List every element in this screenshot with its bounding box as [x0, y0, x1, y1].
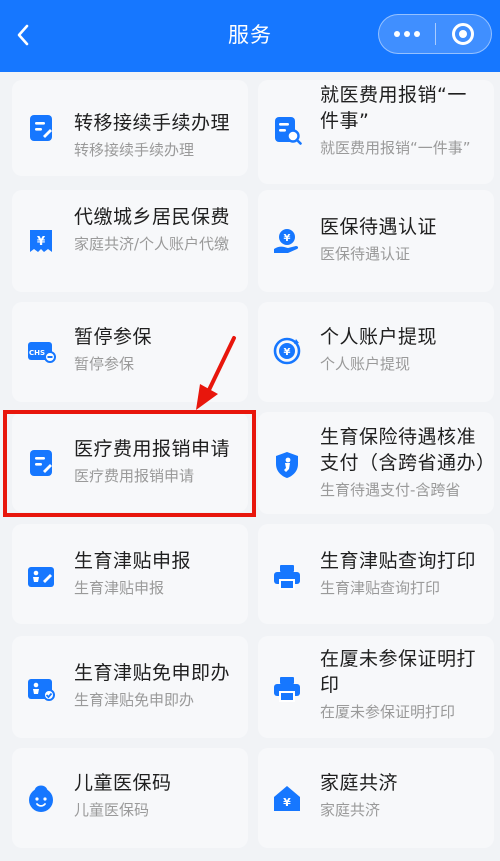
document-edit-icon — [30, 450, 52, 476]
hand-coin-icon: ¥ — [274, 229, 299, 253]
shield-baby-icon — [276, 452, 298, 478]
service-subtitle: 个人账户提现 — [320, 355, 411, 373]
baby-card-check-icon — [28, 679, 55, 701]
service-card-transfer[interactable]: 转移接续手续办理 转移接续手续办理 — [12, 80, 248, 176]
service-card-benefit-auth[interactable]: ¥ 医保待遇认证 医保待遇认证 — [258, 190, 494, 292]
service-title: 生育保险待遇核准支付（含跨省通办） — [320, 426, 496, 474]
service-card-family-mutual-aid[interactable]: ¥ 家庭共济 家庭共济 — [258, 748, 494, 848]
service-subtitle: 生育待遇支付-含跨省 — [320, 481, 461, 499]
service-card-medical-reimbursement[interactable]: 医疗费用报销申请 医疗费用报销申请 — [12, 412, 248, 512]
chevron-left-icon — [17, 24, 29, 46]
document-search-icon — [275, 117, 302, 145]
service-subtitle: 医疗费用报销申请 — [74, 467, 195, 485]
miniapp-capsule — [378, 14, 492, 54]
service-card-maternity-payment[interactable]: 生育保险待遇核准支付（含跨省通办） 生育待遇支付-含跨省 — [258, 412, 496, 514]
service-title: 个人账户提现 — [320, 326, 438, 348]
printer-icon — [274, 565, 300, 590]
page-title: 服务 — [228, 23, 272, 47]
nav-bar: 服务 — [0, 0, 500, 72]
svg-text:¥: ¥ — [37, 234, 46, 248]
more-button[interactable] — [379, 15, 435, 53]
back-button[interactable] — [8, 20, 38, 50]
service-card-maternity-allowance-print[interactable]: 生育津贴查询打印 生育津贴查询打印 — [258, 524, 494, 624]
service-card-reimburse-one-thing[interactable]: 就医费用报销“一件事” 就医费用报销“一件事” — [258, 80, 494, 184]
service-card-pay-premium[interactable]: ¥ 代缴城乡居民保费 家庭共济/个人账户代缴 — [12, 190, 248, 292]
service-card-maternity-allowance-apply[interactable]: 生育津贴申报 生育津贴申报 — [12, 524, 248, 624]
service-subtitle: 家庭共济/个人账户代缴 — [74, 235, 230, 253]
service-title: 生育津贴查询打印 — [320, 550, 477, 572]
svg-text:¥: ¥ — [284, 233, 291, 244]
target-circle-icon — [452, 23, 475, 45]
service-title: 在厦未参保证明打印 — [320, 648, 477, 696]
service-subtitle: 儿童医保码 — [74, 801, 150, 819]
document-edit-icon — [30, 115, 52, 141]
printer-icon — [274, 677, 300, 702]
service-subtitle: 在厦未参保证明打印 — [320, 703, 456, 721]
service-subtitle: 生育津贴查询打印 — [320, 579, 441, 597]
more-dots-icon — [393, 31, 420, 37]
service-subtitle: 生育津贴免申即办 — [74, 691, 195, 709]
service-title: 医保待遇认证 — [320, 216, 438, 238]
service-title: 家庭共济 — [320, 772, 399, 794]
service-subtitle: 就医费用报销“一件事” — [320, 139, 471, 157]
service-title: 儿童医保码 — [74, 772, 172, 794]
service-subtitle: 家庭共济 — [320, 801, 381, 819]
svg-text:¥: ¥ — [284, 347, 291, 358]
annotation-arrow-icon — [196, 336, 236, 410]
service-title: 就医费用报销“一件事” — [320, 84, 467, 132]
service-card-maternity-allowance-auto[interactable]: 生育津贴免申即办 生育津贴免申即办 — [12, 636, 248, 738]
service-grid: 转移接续手续办理 转移接续手续办理 就医费用报销“一件事” 就医费用报销“一件事… — [0, 72, 500, 861]
service-title: 生育津贴申报 — [74, 550, 192, 572]
svg-text:¥: ¥ — [283, 796, 291, 809]
yuan-refresh-icon: ¥ — [273, 337, 301, 365]
service-subtitle: 转移接续手续办理 — [74, 141, 195, 159]
baby-card-icon — [28, 567, 54, 587]
svg-text:CHS: CHS — [29, 349, 45, 357]
service-card-child-medical-code[interactable]: 儿童医保码 儿童医保码 — [12, 748, 248, 848]
service-card-account-withdraw[interactable]: ¥ 个人账户提现 个人账户提现 — [258, 302, 494, 402]
close-miniapp-button[interactable] — [436, 15, 492, 53]
service-title: 代缴城乡居民保费 — [74, 206, 231, 228]
service-subtitle: 生育津贴申报 — [74, 579, 165, 597]
house-yuan-icon: ¥ — [274, 786, 300, 811]
child-face-icon — [29, 785, 53, 812]
service-subtitle: 医保待遇认证 — [320, 245, 411, 263]
service-title: 生育津贴免申即办 — [74, 662, 231, 684]
service-title: 转移接续手续办理 — [74, 112, 231, 134]
yuan-card-icon: ¥ — [30, 230, 52, 252]
service-card-uninsured-proof-print[interactable]: 在厦未参保证明打印 在厦未参保证明打印 — [258, 636, 494, 738]
service-title: 医疗费用报销申请 — [74, 438, 231, 460]
pause-card-icon: CHS — [28, 342, 56, 363]
